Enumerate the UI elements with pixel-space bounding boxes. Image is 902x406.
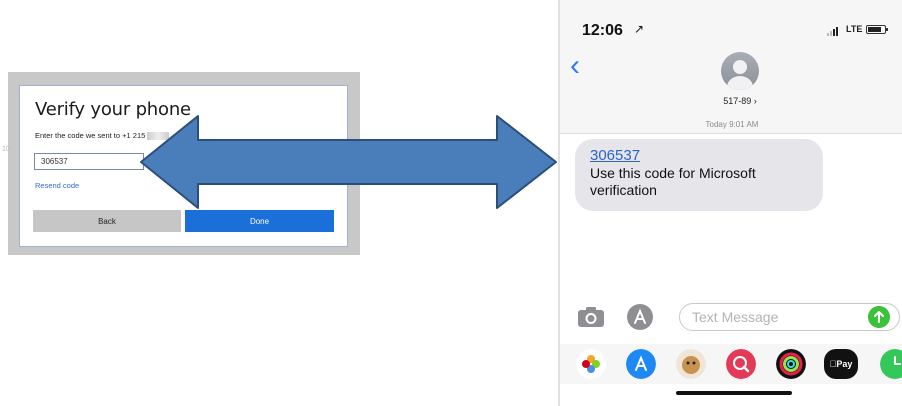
arrow-icon	[140, 115, 557, 209]
